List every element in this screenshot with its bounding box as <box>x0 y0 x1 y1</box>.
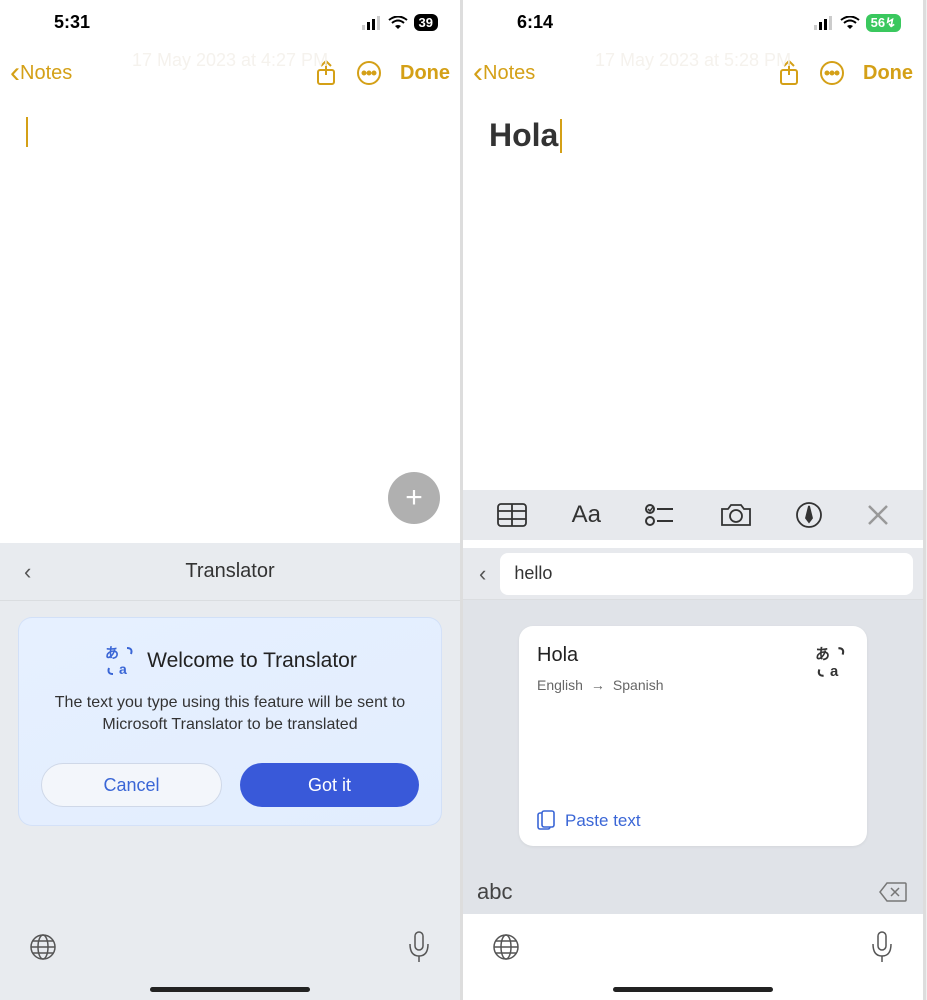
chevron-left-icon: ‹ <box>473 58 483 88</box>
note-editor[interactable]: Hola <box>463 101 923 170</box>
wifi-icon <box>840 16 860 30</box>
nav-bar: ‹ Notes Done <box>463 45 923 101</box>
keyboard-suggestion-row: abc <box>463 870 923 914</box>
suggestion-text[interactable]: abc <box>477 879 512 905</box>
status-time: 6:14 <box>517 12 553 33</box>
gotit-button[interactable]: Got it <box>240 763 419 807</box>
status-bar: 5:31 39 <box>0 0 460 45</box>
backspace-button[interactable] <box>879 882 907 902</box>
home-indicator[interactable] <box>613 987 773 992</box>
status-indicators: 56↯ <box>814 14 901 32</box>
translator-result-area: Hola English → Spanish あa Paste text <box>463 600 923 914</box>
done-button[interactable]: Done <box>400 62 450 85</box>
translator-back-button[interactable]: ‹ <box>24 559 31 585</box>
cellular-icon <box>814 16 834 30</box>
fab-add-button[interactable]: + <box>388 472 440 524</box>
translator-input-row: ‹ hello <box>463 548 923 600</box>
back-button[interactable]: ‹ Notes <box>10 58 72 88</box>
battery-indicator: 39 <box>414 14 438 31</box>
wifi-icon <box>388 16 408 30</box>
keyboard-bottom-row <box>463 912 923 1000</box>
welcome-title: Welcome to Translator <box>147 649 357 673</box>
paste-text-button[interactable]: Paste text <box>537 810 641 832</box>
close-toolbar-button[interactable] <box>867 504 889 526</box>
target-language: Spanish <box>613 677 664 693</box>
source-language: English <box>537 677 583 693</box>
welcome-card: あa Welcome to Translator The text you ty… <box>18 617 442 826</box>
plus-icon: + <box>405 481 423 515</box>
svg-text:a: a <box>119 661 127 677</box>
keyboard-bottom-row <box>0 912 460 1000</box>
more-button[interactable] <box>819 60 845 86</box>
mic-button[interactable] <box>869 930 895 964</box>
translator-logo-icon: あa <box>103 644 137 678</box>
paste-label: Paste text <box>565 811 641 831</box>
note-title: Hola <box>489 117 562 153</box>
status-indicators: 39 <box>362 14 438 31</box>
back-label: Notes <box>483 62 535 85</box>
cellular-icon <box>362 16 382 30</box>
translator-logo-icon: あa <box>813 644 849 680</box>
right-screenshot: 6:14 56↯ ‹ Notes Done 17 May 2023 at 5:2… <box>463 0 926 1000</box>
home-indicator[interactable] <box>150 987 310 992</box>
clipboard-icon <box>537 810 555 832</box>
done-button[interactable]: Done <box>863 62 913 85</box>
status-bar: 6:14 56↯ <box>463 0 923 45</box>
note-format-toolbar: Aa <box>463 490 923 540</box>
translator-input[interactable]: hello <box>500 553 913 595</box>
note-editor[interactable] <box>0 101 460 164</box>
more-button[interactable] <box>356 60 382 86</box>
translator-title: Translator <box>185 560 274 583</box>
globe-button[interactable] <box>491 932 521 962</box>
text-style-button[interactable]: Aa <box>572 501 601 529</box>
back-label: Notes <box>20 62 72 85</box>
mic-button[interactable] <box>406 930 432 964</box>
share-button[interactable] <box>314 59 338 87</box>
share-button[interactable] <box>777 59 801 87</box>
svg-text:a: a <box>830 664 839 680</box>
translation-card[interactable]: Hola English → Spanish あa Paste text <box>519 626 867 846</box>
text-cursor <box>560 119 562 153</box>
nav-bar: ‹ Notes Done <box>0 45 460 101</box>
text-cursor <box>26 117 28 147</box>
translator-back-button[interactable]: ‹ <box>473 561 492 587</box>
translator-panel: ‹ Translator あa Welcome to Translator Th… <box>0 543 460 1000</box>
welcome-description: The text you type using this feature wil… <box>41 692 419 735</box>
svg-text:あ: あ <box>105 645 119 661</box>
back-button[interactable]: ‹ Notes <box>473 58 535 88</box>
camera-button[interactable] <box>720 503 752 527</box>
status-time: 5:31 <box>54 12 90 33</box>
checklist-button[interactable] <box>645 503 675 527</box>
translator-header: ‹ Translator <box>0 543 460 601</box>
left-screenshot: 5:31 39 ‹ Notes Done 17 May 2023 at 4:27 <box>0 0 463 1000</box>
translator-input-value: hello <box>514 563 552 584</box>
svg-text:あ: あ <box>815 646 830 663</box>
cancel-button[interactable]: Cancel <box>41 763 222 807</box>
translation-languages: English → Spanish <box>537 677 849 693</box>
battery-indicator: 56↯ <box>866 14 901 32</box>
chevron-left-icon: ‹ <box>10 58 20 88</box>
table-button[interactable] <box>497 503 527 527</box>
markup-button[interactable] <box>796 502 822 528</box>
translation-result: Hola <box>537 644 849 667</box>
globe-button[interactable] <box>28 932 58 962</box>
arrow-right-icon: → <box>591 677 605 693</box>
